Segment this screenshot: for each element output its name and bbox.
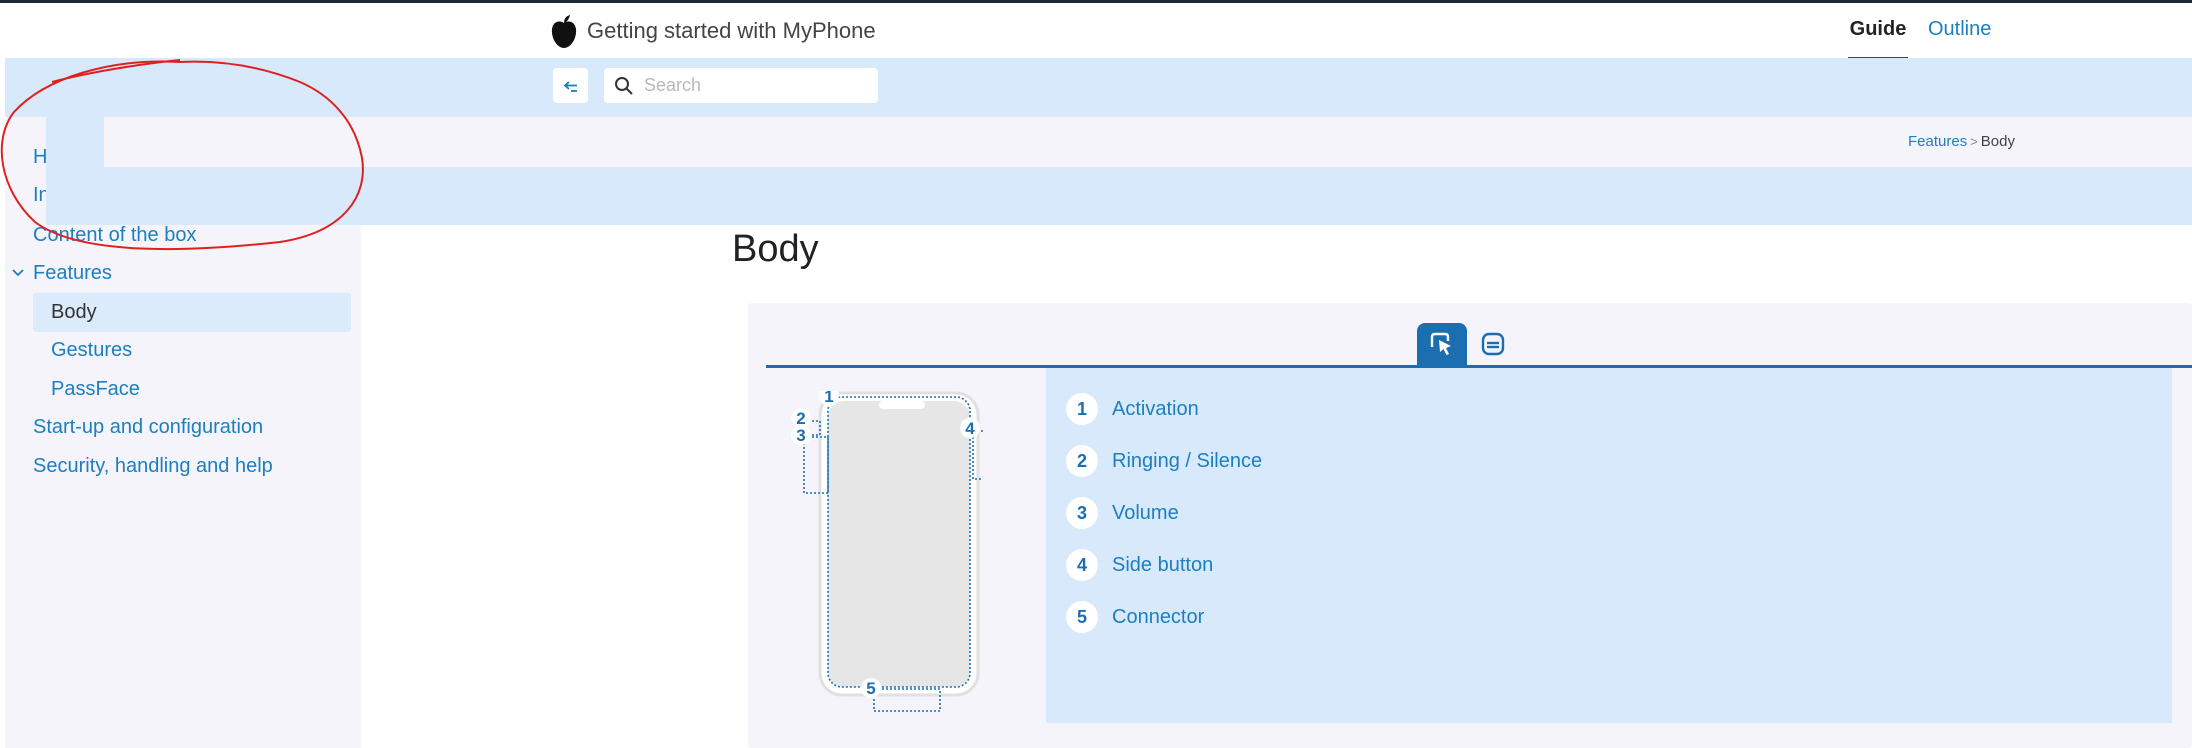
sidebar-item-gestures[interactable]: Gestures — [51, 339, 132, 362]
breadcrumb-bar — [104, 117, 2192, 167]
page-title: Body — [732, 228, 819, 270]
search-input[interactable] — [642, 74, 862, 97]
diagram-label-3: 3 — [796, 426, 805, 445]
breadcrumb-separator: > — [1970, 134, 1978, 149]
legend-label-side-button[interactable]: Side button — [1112, 554, 1213, 577]
breadcrumb: Features > Body — [1908, 133, 2015, 150]
app-title: Getting started with MyPhone — [587, 18, 876, 43]
collapse-sidebar-icon — [563, 80, 577, 92]
legend-label-activation[interactable]: Activation — [1112, 398, 1199, 421]
breadcrumb-link-features[interactable]: Features — [1908, 133, 1967, 150]
sidebar-item-h-visible[interactable]: H — [33, 146, 46, 169]
top-header: Getting started with MyPhone Guide Outli… — [0, 0, 2192, 61]
body-diagram-card: 1 2 3 4 5 1 Activation 2 Ringing / Silen… — [748, 303, 2192, 748]
sidebar-item-passface[interactable]: PassFace — [51, 378, 140, 401]
legend-number: 2 — [1066, 445, 1098, 477]
sidebar-item-in-visible[interactable]: In — [33, 184, 46, 207]
search-icon — [615, 76, 633, 95]
sidebar-item-start-up[interactable]: Start-up and configuration — [33, 416, 263, 439]
sidebar-item-security[interactable]: Security, handling and help — [33, 455, 273, 478]
chevron-down-icon[interactable] — [10, 265, 26, 281]
legend-item[interactable]: 2 Ringing / Silence — [1066, 445, 1262, 477]
touch-pointer-icon — [1430, 332, 1451, 355]
collapse-sidebar-button[interactable] — [553, 68, 588, 103]
band-block — [46, 117, 104, 167]
subheader-band — [46, 167, 2192, 225]
legend-label-connector[interactable]: Connector — [1112, 606, 1204, 629]
diagram-label-1: 1 — [824, 391, 833, 406]
tab-guide[interactable]: Guide — [1848, 18, 1908, 61]
tab-diagram-view[interactable] — [1417, 323, 1467, 365]
toolbar-band — [5, 58, 2192, 117]
apple-logo-icon — [551, 15, 577, 48]
legend-label-volume[interactable]: Volume — [1112, 502, 1179, 525]
legend-panel: 1 Activation 2 Ringing / Silence 3 Volum… — [1046, 368, 2172, 723]
list-card-icon — [1481, 332, 1505, 356]
sidebar-item-body[interactable]: Body — [33, 293, 351, 332]
legend-item[interactable]: 3 Volume — [1066, 497, 1179, 529]
search-box — [604, 68, 878, 103]
sidebar-gap — [5, 117, 46, 225]
legend-item[interactable]: 4 Side button — [1066, 549, 1213, 581]
tab-list-view[interactable] — [1468, 323, 1518, 365]
tab-outline[interactable]: Outline — [1928, 18, 1991, 61]
breadcrumb-current: Body — [1980, 133, 2015, 150]
legend-label-ringing[interactable]: Ringing / Silence — [1112, 450, 1262, 473]
legend-item[interactable]: 1 Activation — [1066, 393, 1199, 425]
legend-number: 5 — [1066, 601, 1098, 633]
legend-item[interactable]: 5 Connector — [1066, 601, 1204, 633]
diagram-label-4: 4 — [965, 419, 975, 438]
diagram-label-5: 5 — [866, 679, 875, 698]
legend-number: 3 — [1066, 497, 1098, 529]
sidebar-item-features[interactable]: Features — [33, 262, 112, 285]
legend-number: 4 — [1066, 549, 1098, 581]
phone-diagram: 1 2 3 4 5 — [791, 391, 983, 712]
legend-number: 1 — [1066, 393, 1098, 425]
sidebar-item-content-of-the-box[interactable]: Content of the box — [33, 224, 196, 247]
